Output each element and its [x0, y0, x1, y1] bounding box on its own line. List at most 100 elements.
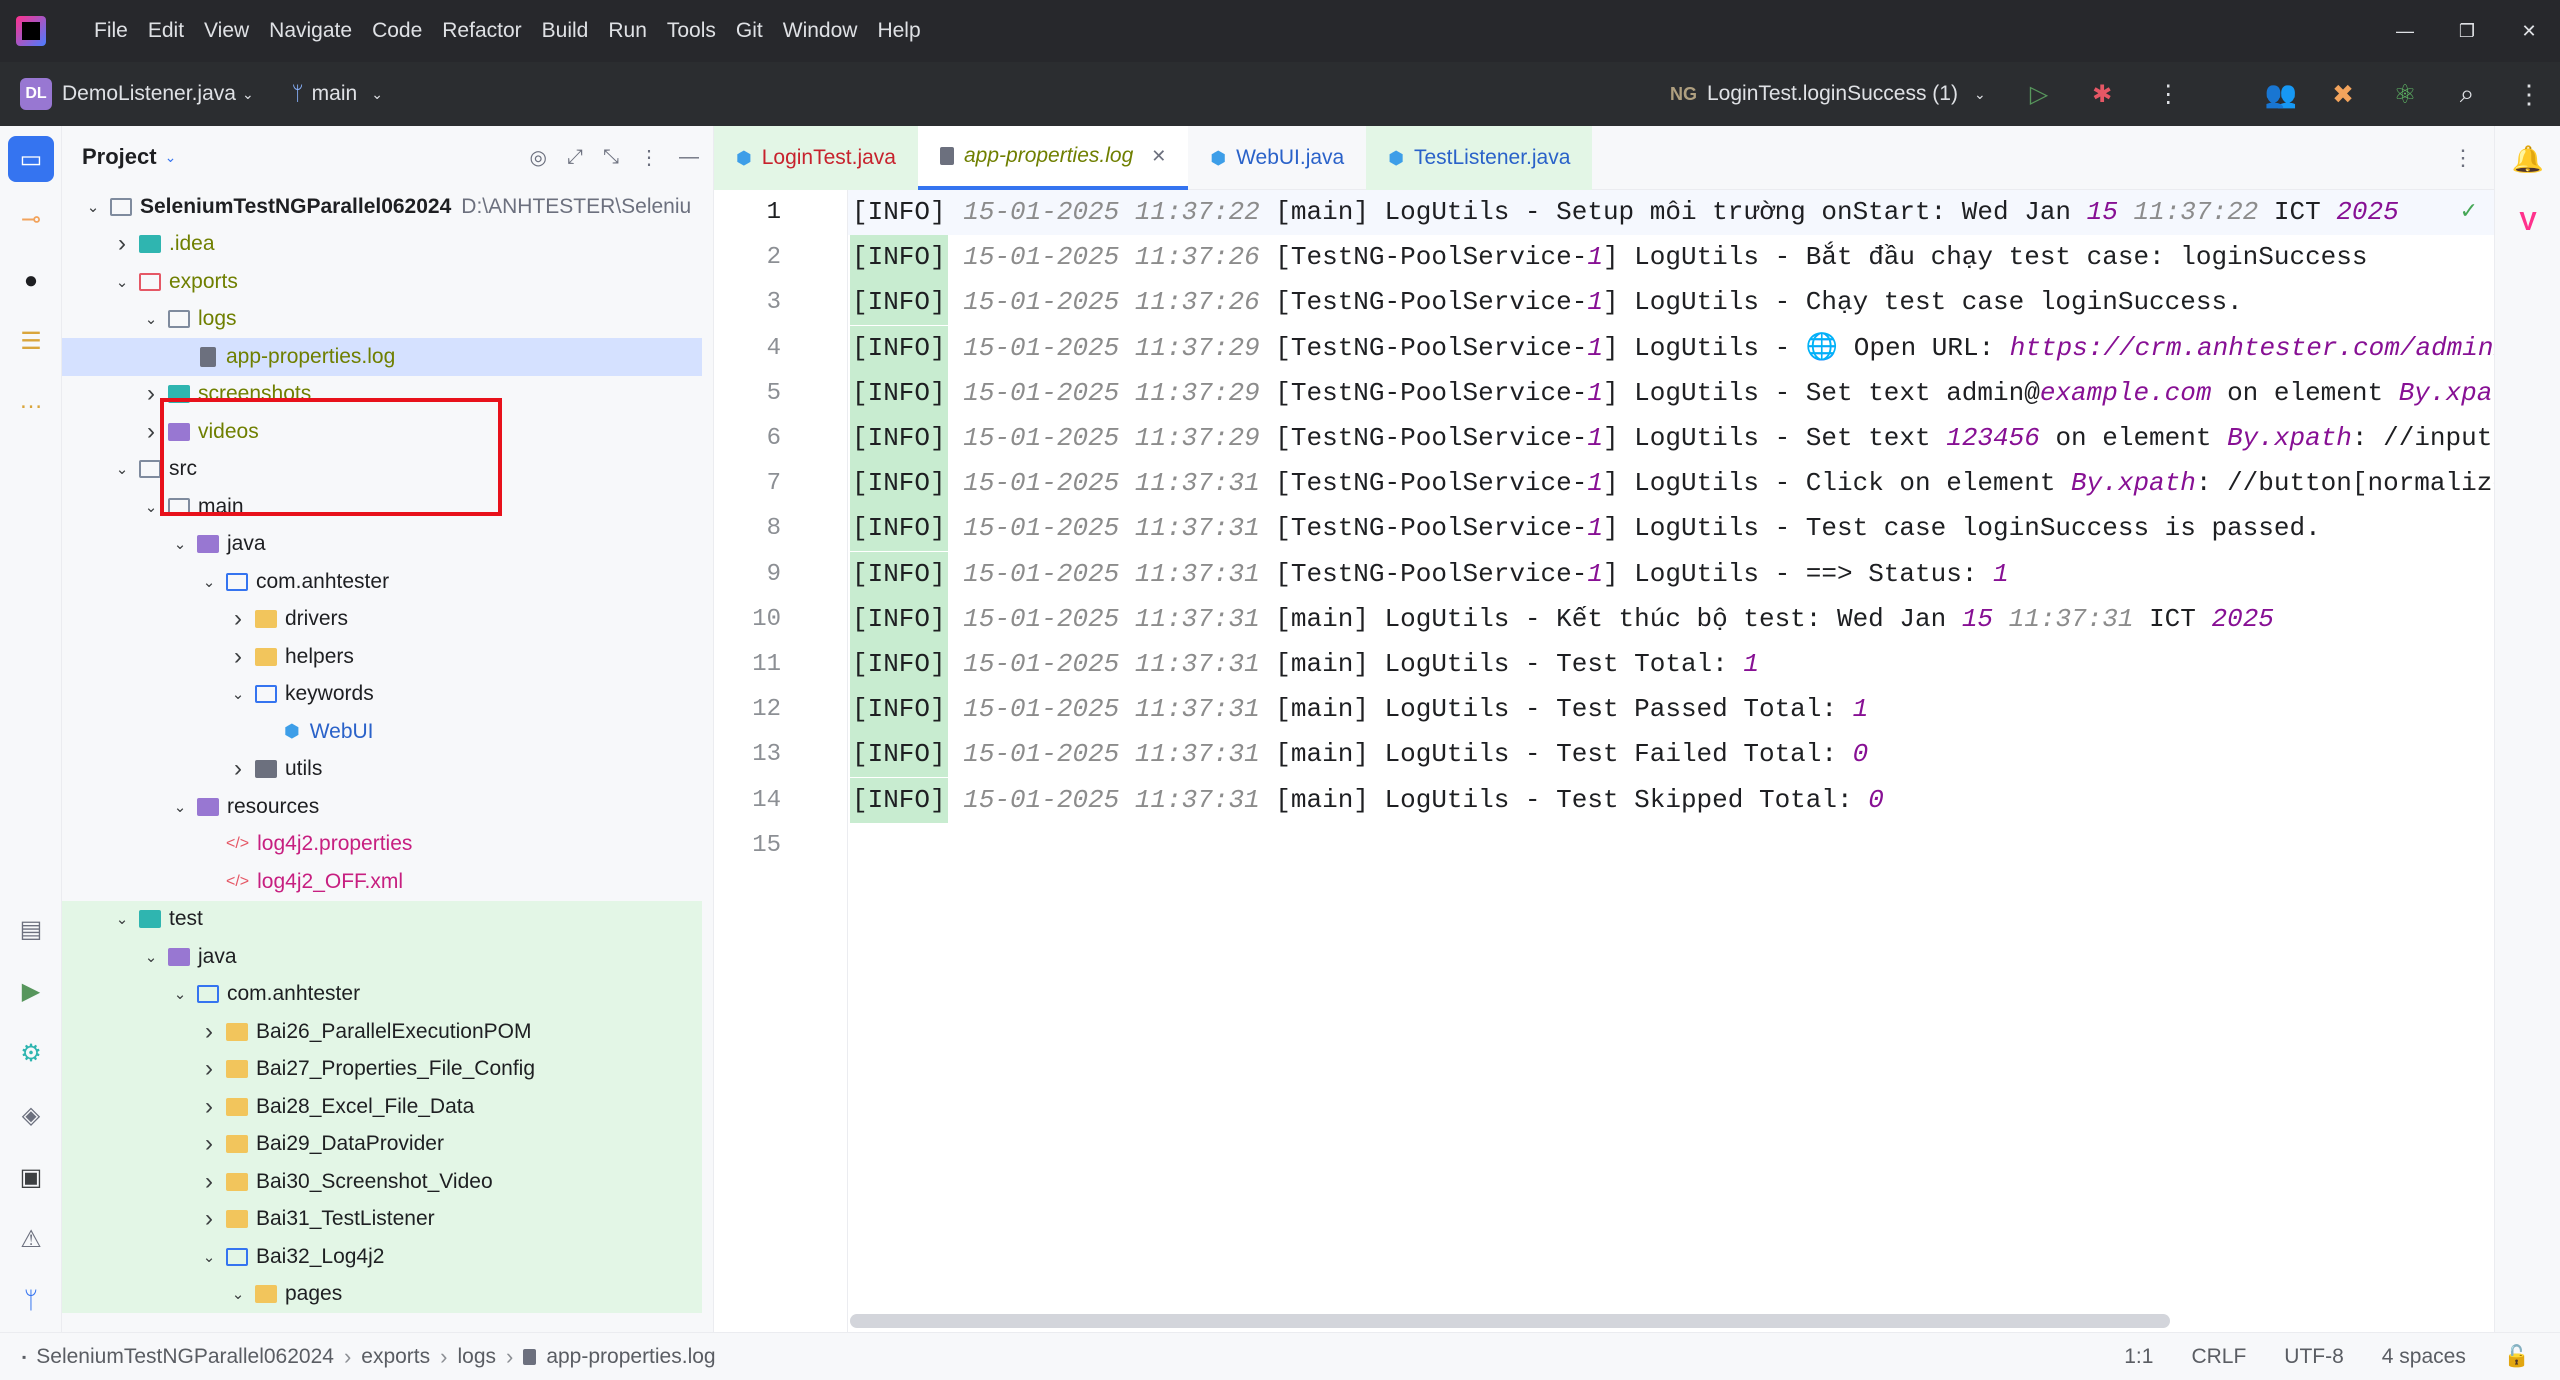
caret-position[interactable]: 1:1: [2124, 1345, 2153, 1369]
menu-item-window[interactable]: Window: [773, 19, 868, 43]
chevron-right-icon[interactable]: ›: [227, 755, 249, 783]
tab-logintest-java[interactable]: ⬢ LoginTest.java: [714, 126, 918, 190]
ai-assistant-icon[interactable]: ⚛: [2374, 79, 2436, 110]
services-icon[interactable]: ⚙: [8, 1030, 54, 1076]
line-number[interactable]: 1: [721, 190, 781, 235]
tree-item[interactable]: › utils: [62, 751, 702, 789]
tree-item[interactable]: › Bai26_ParallelExecutionPOM: [62, 1013, 702, 1051]
chevron-down-icon[interactable]: ⌄: [198, 1248, 220, 1266]
minimize-icon[interactable]: —: [2374, 0, 2436, 62]
menu-item-file[interactable]: File: [84, 19, 138, 43]
close-window-icon[interactable]: ✕: [2498, 0, 2560, 62]
tree-item[interactable]: ⌄ exports: [62, 263, 702, 301]
chevron-right-icon[interactable]: ›: [198, 1093, 220, 1121]
menu-item-code[interactable]: Code: [362, 19, 432, 43]
project-badge[interactable]: DL: [20, 78, 52, 110]
search-icon[interactable]: ⌕: [2436, 78, 2498, 110]
tree-item[interactable]: ⬢ WebUI: [62, 713, 702, 751]
collapse-all-icon[interactable]: ⤡: [603, 146, 619, 169]
notifications-icon[interactable]: 🔔: [2505, 136, 2551, 182]
chevron-right-icon[interactable]: ›: [198, 1205, 220, 1233]
code-line[interactable]: [INFO] 15-01-2025 11:37:29 [TestNG-PoolS…: [850, 325, 2494, 371]
tree-item[interactable]: ⌄ com.anhtester: [62, 563, 702, 601]
indent-setting[interactable]: 4 spaces: [2382, 1345, 2466, 1369]
line-number[interactable]: 2: [721, 235, 781, 280]
options-icon[interactable]: ⋮: [639, 145, 659, 170]
chevron-down-icon[interactable]: ⌄: [227, 1285, 249, 1303]
menu-item-run[interactable]: Run: [598, 19, 657, 43]
tree-item[interactable]: › Bai29_DataProvider: [62, 1125, 702, 1163]
code-line[interactable]: [INFO] 15-01-2025 11:37:26 [TestNG-PoolS…: [850, 280, 2243, 326]
line-number[interactable]: 6: [721, 416, 781, 461]
ai-plugin-icon[interactable]: V: [2505, 198, 2551, 244]
code-line[interactable]: [INFO] 15-01-2025 11:37:31 [TestNG-PoolS…: [850, 461, 2494, 507]
chevron-right-icon[interactable]: ›: [227, 605, 249, 633]
locate-icon[interactable]: ◎: [530, 145, 547, 170]
more-actions-icon[interactable]: ⋮: [2156, 80, 2180, 109]
chevron-down-icon[interactable]: ⌄: [111, 910, 133, 928]
tab-testlistener-java[interactable]: ⬢ TestListener.java: [1366, 126, 1593, 190]
tab-app-properties-log[interactable]: app-properties.log ✕: [917, 126, 1189, 190]
chevron-down-icon[interactable]: ⌄: [82, 198, 104, 216]
chevron-down-icon[interactable]: ⌄: [140, 948, 162, 966]
code-line[interactable]: [INFO] 15-01-2025 11:37:31 [TestNG-PoolS…: [850, 551, 2009, 597]
code-line[interactable]: [INFO] 15-01-2025 11:37:22 [main] LogUti…: [850, 190, 2399, 235]
line-number[interactable]: 3: [721, 280, 781, 325]
chevron-right-icon[interactable]: ›: [198, 1130, 220, 1158]
tree-item[interactable]: ⌄ test: [62, 900, 702, 938]
chevron-down-icon[interactable]: ⌄: [165, 149, 177, 166]
code-editor[interactable]: 1 2 3 4 5 6 7 8 9 10 11 12 13 14 15 [INFO] 15-01-2025 …: [714, 190, 2494, 1332]
line-number[interactable]: 11: [721, 642, 781, 687]
expand-all-icon[interactable]: ⤢: [567, 146, 583, 169]
menu-item-git[interactable]: Git: [726, 19, 773, 43]
tree-item[interactable]: › videos: [62, 413, 702, 451]
chevron-right-icon[interactable]: ›: [227, 643, 249, 671]
no-problems-check-icon[interactable]: ✓: [2460, 198, 2478, 224]
code-line[interactable]: [INFO] 15-01-2025 11:37:31 [TestNG-PoolS…: [850, 506, 2321, 552]
chevron-down-icon[interactable]: ⌄: [169, 985, 191, 1003]
tree-item[interactable]: › Bai27_Properties_File_Config: [62, 1050, 702, 1088]
code-line[interactable]: [INFO] 15-01-2025 11:37:31 [main] LogUti…: [850, 596, 2274, 642]
chevron-down-icon[interactable]: ⌄: [111, 273, 133, 291]
line-number[interactable]: 4: [721, 326, 781, 371]
close-tab-icon[interactable]: ✕: [1151, 146, 1166, 167]
code-line[interactable]: [INFO] 15-01-2025 11:37:31 [main] LogUti…: [850, 642, 1759, 687]
tree-item[interactable]: ⌄ keywords: [62, 676, 702, 714]
menu-item-refactor[interactable]: Refactor: [432, 19, 531, 43]
breadcrumb-item[interactable]: logs: [457, 1345, 496, 1369]
project-panel-title[interactable]: Project: [82, 144, 157, 170]
line-number[interactable]: 7: [721, 461, 781, 506]
build-tools-icon[interactable]: ✖: [2312, 79, 2374, 110]
bookmarks-icon[interactable]: ▤: [8, 906, 54, 952]
chevron-down-icon[interactable]: ⌄: [169, 535, 191, 553]
line-number[interactable]: 13: [721, 732, 781, 777]
terminal-icon[interactable]: ▣: [8, 1154, 54, 1200]
chevron-down-icon[interactable]: ⌄: [242, 86, 254, 103]
menu-item-tools[interactable]: Tools: [657, 19, 726, 43]
readonly-lock-icon[interactable]: 🔓: [2504, 1345, 2530, 1369]
code-line[interactable]: [INFO] 15-01-2025 11:37:31 [main] LogUti…: [850, 732, 1868, 778]
breadcrumb-item[interactable]: SeleniumTestNGParallel062024: [36, 1345, 334, 1369]
restore-icon[interactable]: ❐: [2436, 0, 2498, 62]
line-separator[interactable]: CRLF: [2191, 1345, 2246, 1369]
file-encoding[interactable]: UTF-8: [2284, 1345, 2344, 1369]
run-config-selector[interactable]: NG LoginTest.loginSuccess (1) ⌄ ▷ ✱ ⋮: [1670, 62, 2180, 126]
tree-item[interactable]: ⌄ src: [62, 451, 702, 489]
code-line[interactable]: [INFO] 15-01-2025 11:37:29 [TestNG-PoolS…: [850, 370, 2494, 416]
chevron-right-icon[interactable]: ›: [198, 1018, 220, 1046]
code-with-me-icon[interactable]: 👥: [2250, 79, 2312, 110]
code-line[interactable]: [INFO] 15-01-2025 11:37:26 [TestNG-PoolS…: [850, 235, 2367, 281]
tree-item[interactable]: › screenshots: [62, 376, 702, 414]
run-tool-icon[interactable]: ▶: [8, 968, 54, 1014]
tree-item[interactable]: › Bai30_Screenshot_Video: [62, 1163, 702, 1201]
line-number[interactable]: 14: [721, 778, 781, 823]
hide-panel-icon[interactable]: —: [679, 146, 699, 169]
tree-item[interactable]: ⌄ logs: [62, 301, 702, 339]
chevron-down-icon[interactable]: ⌄: [198, 573, 220, 591]
tree-item[interactable]: › Bai31_TestListener: [62, 1200, 702, 1238]
line-number[interactable]: 5: [721, 371, 781, 416]
code-line[interactable]: [INFO] 15-01-2025 11:37:31 [main] LogUti…: [850, 777, 1884, 823]
git-icon[interactable]: ᛘ: [8, 1278, 54, 1324]
line-number[interactable]: 8: [721, 506, 781, 551]
chevron-down-icon[interactable]: ⌄: [227, 685, 249, 703]
